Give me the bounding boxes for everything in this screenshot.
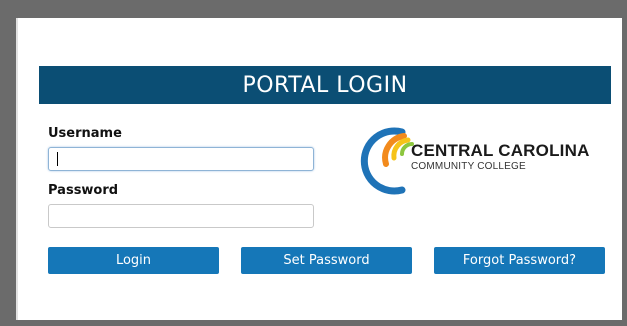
window-frame-bottom	[0, 320, 627, 326]
login-button[interactable]: Login	[48, 247, 219, 274]
username-input[interactable]	[48, 147, 314, 171]
logo-name-line2: COMMUNITY COLLEGE	[411, 161, 526, 172]
logo-swirl-icon	[360, 127, 414, 195]
text-cursor	[57, 152, 58, 166]
username-label: Username	[48, 126, 122, 141]
logo-name-line1: CENTRAL CAROLINA	[411, 141, 590, 160]
portal-header: PORTAL LOGIN	[39, 66, 611, 104]
forgot-password-button[interactable]: Forgot Password?	[434, 247, 605, 274]
password-label: Password	[48, 183, 119, 198]
window-frame-top	[0, 0, 627, 18]
page-title: PORTAL LOGIN	[242, 72, 408, 98]
window-frame-left	[0, 0, 16, 326]
set-password-button[interactable]: Set Password	[241, 247, 412, 274]
window-frame-right	[622, 0, 627, 326]
password-input[interactable]	[48, 204, 314, 228]
